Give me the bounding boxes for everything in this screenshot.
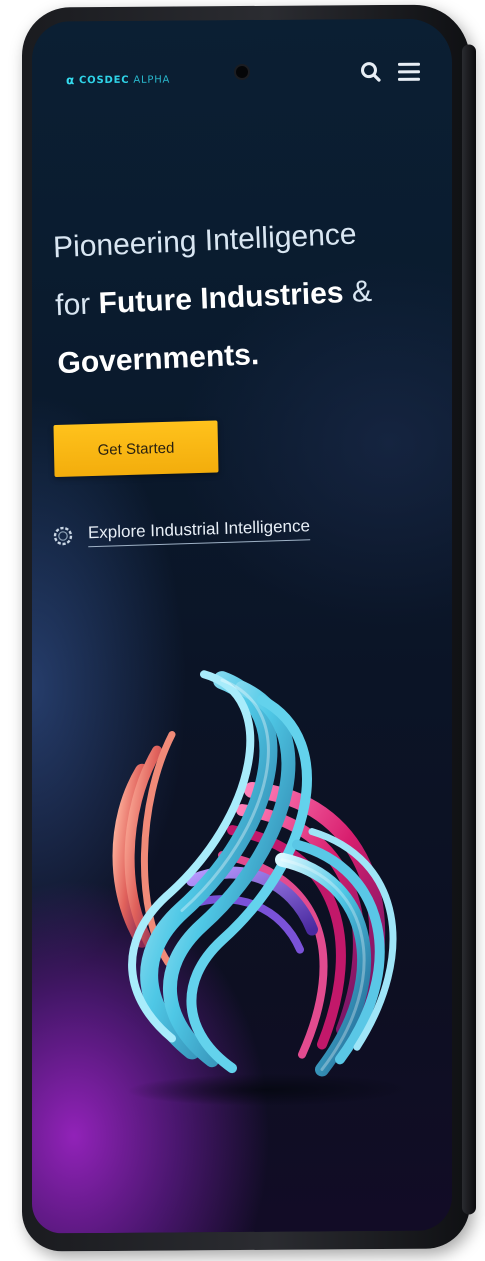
logo-name: COSDEC: [79, 74, 130, 86]
hero-3d-ribbon-art: [72, 649, 422, 1111]
search-icon: [361, 62, 381, 82]
device-mockup: α COSDEC ALPHA Pioneering Intelligence f…: [0, 0, 485, 1261]
hero-line-2-bold: Future Industries: [98, 276, 345, 321]
twisted-ribbon-sphere-image: [112, 670, 407, 1106]
explore-link-label: Explore Industrial Intelligence: [87, 516, 311, 548]
alpha-logo-icon: α: [66, 73, 76, 88]
get-started-button[interactable]: Get Started: [53, 420, 219, 478]
brand-logo[interactable]: α COSDEC ALPHA: [66, 73, 171, 88]
hamburger-menu-icon: [398, 62, 420, 81]
phone-frame: α COSDEC ALPHA Pioneering Intelligence f…: [22, 4, 476, 1252]
phone-side-edge: [462, 44, 476, 1215]
hero-line-2-suffix: &: [342, 274, 373, 310]
search-button[interactable]: [358, 59, 384, 85]
spinner-icon: [53, 526, 73, 546]
site-header: α COSDEC ALPHA: [32, 55, 452, 102]
explore-link[interactable]: Explore Industrial Intelligence: [52, 511, 393, 552]
hero-line-2-prefix: for: [54, 287, 100, 323]
menu-button[interactable]: [394, 58, 424, 86]
logo-suffix: ALPHA: [133, 74, 171, 86]
phone-screen: α COSDEC ALPHA Pioneering Intelligence f…: [32, 18, 452, 1234]
hero-heading: Pioneering Intelligence for Future Indus…: [52, 202, 438, 393]
